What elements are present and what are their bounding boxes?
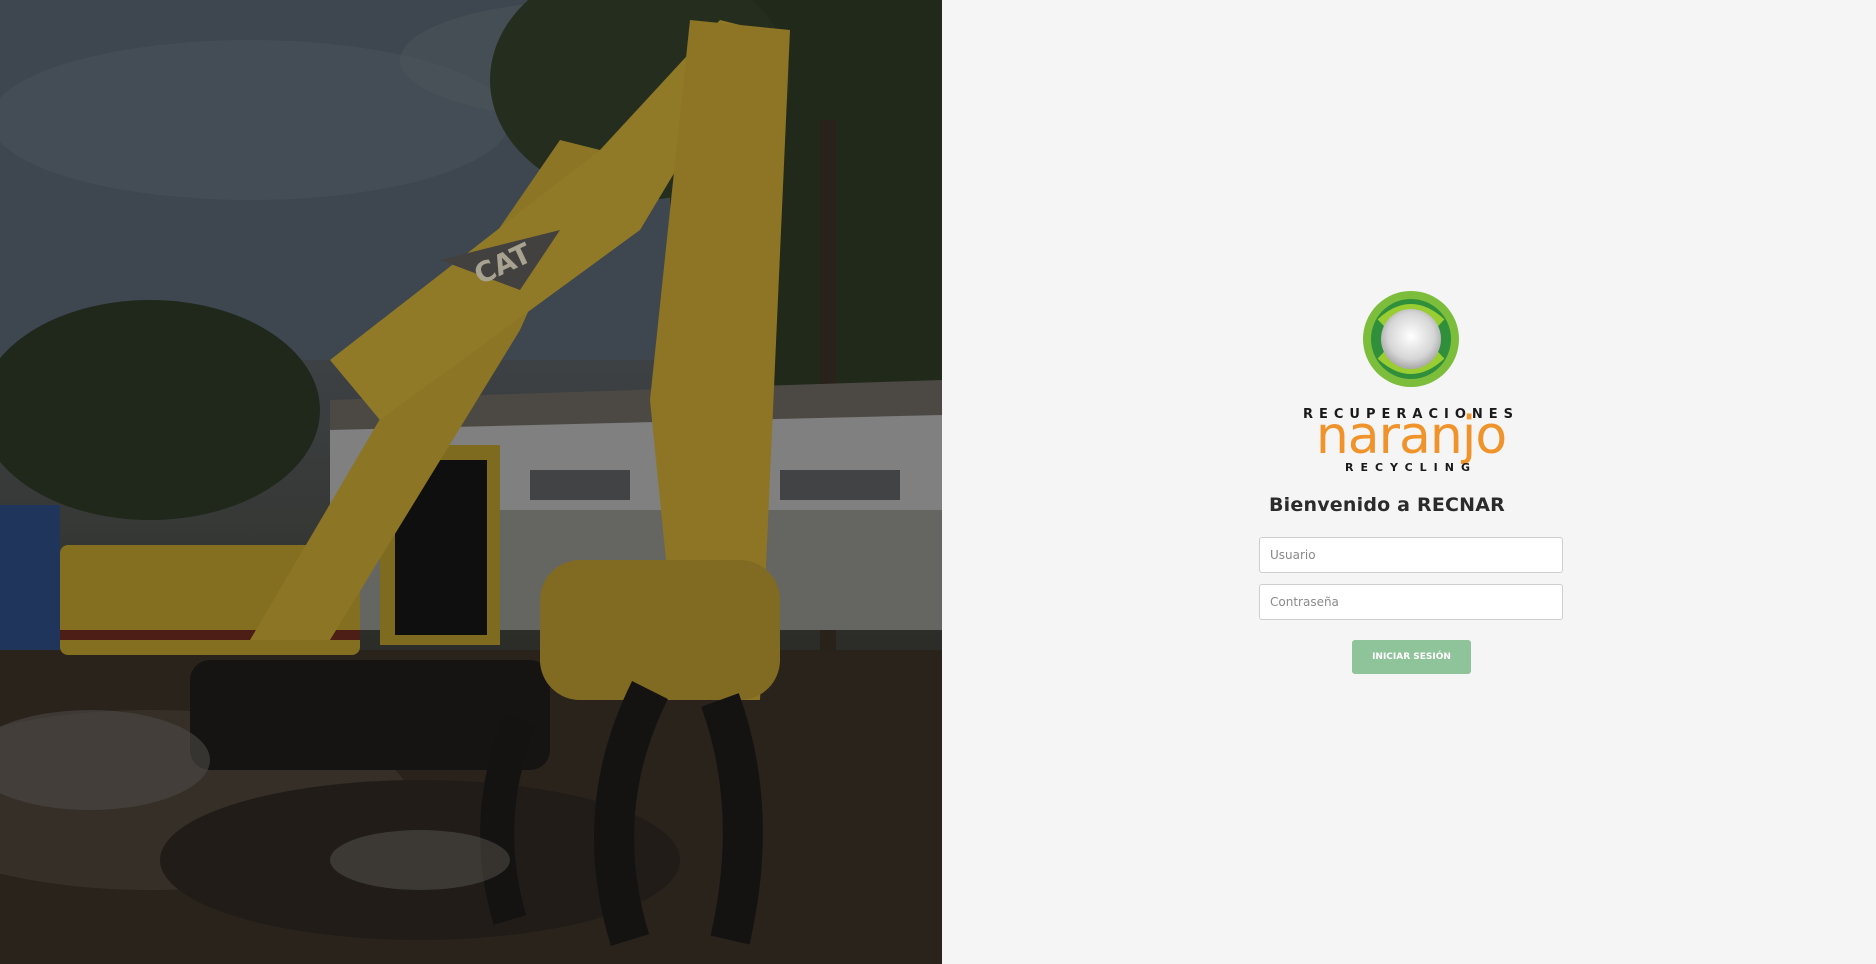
username-input[interactable] xyxy=(1259,537,1563,573)
login-button[interactable]: INICIAR SESIÓN xyxy=(1352,640,1471,674)
recuperaciones-naranjo-logo: RECUPERACIONES naranjo RECYCLING xyxy=(1303,291,1513,474)
logo-line3: RECYCLING xyxy=(1345,461,1477,474)
welcome-heading: Bienvenido a RECNAR xyxy=(1269,494,1506,516)
logo-line2: naranjo xyxy=(1316,406,1506,466)
hero-overlay xyxy=(0,0,942,964)
login-panel xyxy=(942,0,1876,964)
hero-image: CAT xyxy=(0,0,942,964)
password-input[interactable] xyxy=(1259,584,1563,620)
